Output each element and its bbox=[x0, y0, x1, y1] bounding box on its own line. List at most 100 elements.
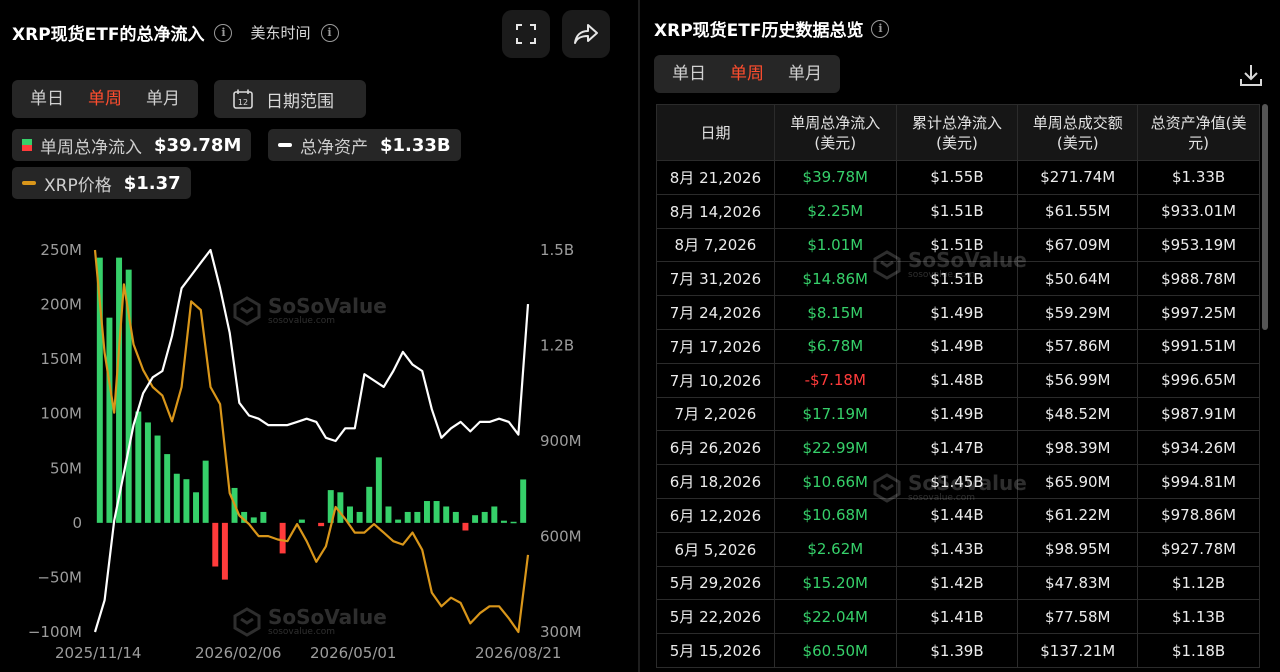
legend-weekly-inflow[interactable]: 单周总净流入 $39.78M bbox=[12, 129, 252, 161]
column-header-date[interactable]: 日期 bbox=[656, 104, 775, 161]
table-row[interactable]: 6月 12,2026 $10.68M $1.44B $61.22M $978.86M bbox=[656, 497, 1260, 533]
history-title: XRP现货ETF历史数据总览 i bbox=[654, 16, 890, 41]
column-header-line: 累计总净流入 bbox=[912, 113, 1003, 132]
cell-net-assets: $1.33B bbox=[1137, 160, 1260, 195]
combo-chart[interactable]: 250M 200M 150M 100M 50M 0 −50M −100M 1.5B 1.2B 900… bbox=[0, 230, 636, 672]
legend-value: $1.33B bbox=[380, 134, 451, 156]
inflow-bar bbox=[260, 511, 267, 523]
cell-weekly-inflow: $2.62M bbox=[773, 531, 897, 567]
cell-date: 7月 17,2026 bbox=[656, 328, 775, 364]
cell-cumulative-inflow: $1.51B bbox=[895, 261, 1019, 297]
table-row[interactable]: 5月 29,2026 $15.20M $1.42B $47.83M $1.12B bbox=[656, 565, 1260, 601]
timezone-info-icon[interactable]: i bbox=[320, 23, 339, 42]
table-row[interactable]: 8月 14,2026 $2.25M $1.51B $61.55M $933.01M bbox=[656, 193, 1260, 229]
inflow-bar bbox=[221, 522, 228, 580]
legend-net-assets[interactable]: 总净资产 $1.33B bbox=[268, 129, 461, 161]
inflow-bar bbox=[375, 457, 382, 523]
inflow-bar bbox=[135, 411, 142, 523]
cell-net-assets: $934.26M bbox=[1137, 430, 1260, 466]
table-row[interactable]: 7月 24,2026 $8.15M $1.49B $59.29M $997.25M bbox=[656, 295, 1260, 330]
legend-value: $1.37 bbox=[123, 172, 181, 194]
date-range-label: 日期范围 bbox=[266, 91, 334, 112]
cell-date: 8月 21,2026 bbox=[656, 160, 775, 195]
cell-date: 6月 26,2026 bbox=[656, 430, 775, 466]
column-header-net-assets[interactable]: 总资产净值(美 元) bbox=[1137, 104, 1260, 161]
fullscreen-button[interactable] bbox=[502, 10, 550, 58]
cell-weekly-inflow: $22.99M bbox=[773, 430, 897, 466]
table-row[interactable]: 8月 7,2026 $1.01M $1.51B $67.09M $953.19M bbox=[656, 227, 1260, 263]
cell-date: 6月 5,2026 bbox=[656, 531, 775, 567]
legend-label: 总净资产 bbox=[300, 137, 368, 158]
download-icon[interactable] bbox=[1238, 62, 1264, 88]
cell-cumulative-inflow: $1.49B bbox=[895, 396, 1019, 432]
history-title-text: XRP现货ETF历史数据总览 bbox=[654, 21, 864, 41]
cell-weekly-inflow: $10.66M bbox=[773, 464, 897, 499]
column-header-weekly-volume[interactable]: 单周总成交额 (美元) bbox=[1017, 104, 1139, 161]
cell-net-assets: $1.18B bbox=[1137, 633, 1260, 668]
cell-weekly-volume: $50.64M bbox=[1017, 261, 1139, 297]
inflow-bar bbox=[106, 317, 113, 523]
cell-cumulative-inflow: $1.49B bbox=[895, 295, 1019, 330]
cell-weekly-inflow: $6.78M bbox=[773, 328, 897, 364]
cell-date: 5月 29,2026 bbox=[656, 565, 775, 601]
info-icon[interactable]: i bbox=[871, 19, 890, 38]
history-table: 日期 单周总净流入 (美元) 累计总净流入 (美元) 单周总成交额 (美元) 总资产净… bbox=[656, 104, 1260, 668]
table-row[interactable]: 7月 31,2026 $14.86M $1.51B $50.64M $988.78M bbox=[656, 261, 1260, 297]
y-right-tick-label: 900M bbox=[540, 432, 582, 450]
tab-weekly[interactable]: 单周 bbox=[718, 55, 776, 93]
cell-date: 7月 24,2026 bbox=[656, 295, 775, 330]
legend-xrp-price[interactable]: XRP价格 $1.37 bbox=[12, 167, 191, 199]
cell-cumulative-inflow: $1.47B bbox=[895, 430, 1019, 466]
chart-canvas: 250M 200M 150M 100M 50M 0 −50M −100M 1.5B 1.2B 900… bbox=[28, 241, 582, 662]
inflow-bar bbox=[462, 522, 469, 531]
cell-weekly-volume: $59.29M bbox=[1017, 295, 1139, 330]
cell-weekly-volume: $56.99M bbox=[1017, 362, 1139, 398]
cell-date: 5月 15,2026 bbox=[656, 633, 775, 668]
period-tabs: 单日 单周 单月 bbox=[12, 80, 198, 118]
cell-cumulative-inflow: $1.51B bbox=[895, 227, 1019, 263]
table-row[interactable]: 8月 21,2026 $39.78M $1.55B $271.74M $1.33B bbox=[656, 160, 1260, 195]
tab-monthly[interactable]: 单月 bbox=[134, 80, 192, 118]
cell-date: 6月 12,2026 bbox=[656, 497, 775, 533]
share-icon bbox=[574, 24, 598, 44]
tab-monthly[interactable]: 单月 bbox=[776, 55, 834, 93]
column-header-cumulative-inflow[interactable]: 累计总净流入 (美元) bbox=[895, 104, 1019, 161]
table-row[interactable]: 6月 18,2026 $10.66M $1.45B $65.90M $994.81M bbox=[656, 464, 1260, 499]
cell-net-assets: $1.13B bbox=[1137, 599, 1260, 635]
cell-weekly-volume: $67.09M bbox=[1017, 227, 1139, 263]
tab-daily[interactable]: 单日 bbox=[18, 80, 76, 118]
tab-daily[interactable]: 单日 bbox=[660, 55, 718, 93]
tab-weekly[interactable]: 单周 bbox=[76, 80, 134, 118]
share-button[interactable] bbox=[562, 10, 610, 58]
date-range-button[interactable]: 12 日期范围 bbox=[214, 80, 366, 118]
inflow-bar bbox=[395, 519, 402, 523]
table-row[interactable]: 5月 22,2026 $22.04M $1.41B $77.58M $1.13B bbox=[656, 599, 1260, 635]
table-row[interactable]: 6月 5,2026 $2.62M $1.43B $98.95M $927.78M bbox=[656, 531, 1260, 567]
cell-net-assets: $933.01M bbox=[1137, 193, 1260, 229]
table-row[interactable]: 5月 15,2026 $60.50M $1.39B $137.21M $1.18B bbox=[656, 633, 1260, 668]
cell-weekly-inflow: $22.04M bbox=[773, 599, 897, 635]
table-row[interactable]: 7月 2,2026 $17.19M $1.49B $48.52M $987.91M bbox=[656, 396, 1260, 432]
expand-icon bbox=[516, 24, 536, 44]
inflow-bar bbox=[250, 517, 257, 523]
inflow-bar bbox=[193, 492, 200, 523]
table-row[interactable]: 7月 10,2026 -$7.18M $1.48B $56.99M $996.65M bbox=[656, 362, 1260, 398]
legend-label: 单周总净流入 bbox=[40, 137, 142, 158]
cell-weekly-inflow: $15.20M bbox=[773, 565, 897, 601]
y-left-tick-label: 100M bbox=[40, 405, 82, 423]
info-icon[interactable]: i bbox=[214, 23, 233, 42]
table-row[interactable]: 7月 17,2026 $6.78M $1.49B $57.86M $991.51M bbox=[656, 328, 1260, 364]
y-right-tick-label: 1.5B bbox=[540, 241, 574, 259]
inflow-bar bbox=[212, 522, 219, 567]
column-header-weekly-inflow[interactable]: 单周总净流入 (美元) bbox=[773, 104, 897, 161]
y-left-tick-label: 150M bbox=[40, 350, 82, 368]
cell-net-assets: $978.86M bbox=[1137, 497, 1260, 533]
table-scrollbar[interactable] bbox=[1262, 104, 1268, 330]
cell-weekly-volume: $48.52M bbox=[1017, 396, 1139, 432]
cell-weekly-inflow: $39.78M bbox=[773, 160, 897, 195]
cell-net-assets: $997.25M bbox=[1137, 295, 1260, 330]
table-row[interactable]: 6月 26,2026 $22.99M $1.47B $98.39M $934.26M bbox=[656, 430, 1260, 466]
cell-date: 7月 2,2026 bbox=[656, 396, 775, 432]
chart-title: XRP现货ETF的总净流入 bbox=[12, 25, 205, 45]
inflow-bar bbox=[423, 501, 430, 523]
